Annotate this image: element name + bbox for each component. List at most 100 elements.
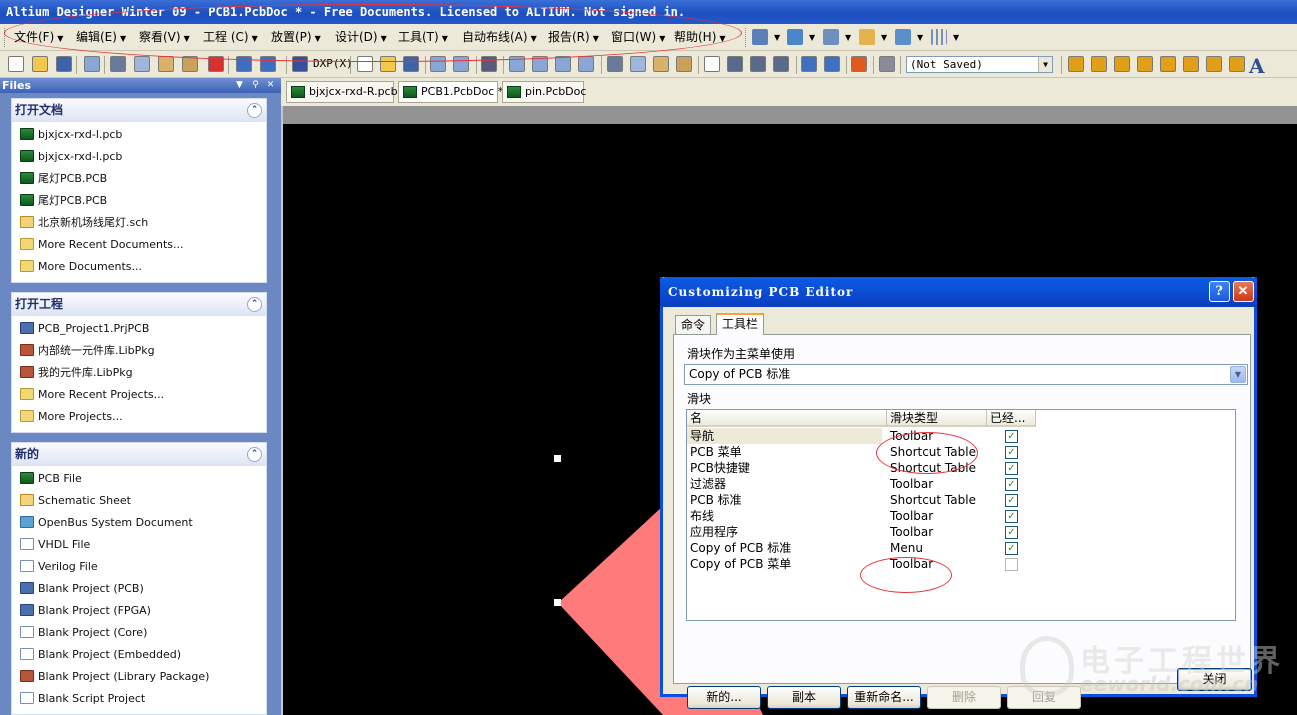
dxp-menu[interactable]: DXP(X)	[313, 57, 353, 70]
place-pad-icon[interactable]	[1137, 56, 1153, 72]
chevron-down-icon[interactable]: ▼	[809, 33, 815, 42]
paste-icon[interactable]	[158, 56, 174, 72]
zoom-selected-icon[interactable]	[555, 56, 571, 72]
file-list-item[interactable]: bjxjcx-rxd-l.pcb	[12, 124, 266, 146]
toolbar-list-row[interactable]: PCB 标准 Shortcut Table ✓	[687, 492, 1035, 508]
toolbar-list-row[interactable]: 布线 Toolbar ✓	[687, 508, 1035, 524]
file-list-item[interactable]: OpenBus System Document	[12, 512, 266, 534]
file-list-item[interactable]: 北京新机场线尾灯.sch	[12, 212, 266, 234]
print-preview-icon[interactable]	[84, 56, 100, 72]
dxp-icon[interactable]	[292, 56, 308, 72]
visible-checkbox[interactable]	[1005, 558, 1018, 571]
main-menu-select[interactable]: Copy of PCB 标准 ▼	[684, 364, 1248, 385]
section-header[interactable]: 打开工程 ⌃	[12, 293, 266, 316]
selection-handle[interactable]	[554, 455, 561, 462]
help-icon[interactable]: ?	[1209, 281, 1230, 302]
section-header[interactable]: 新的 ⌃	[12, 443, 266, 466]
document-tab[interactable]: bjxjcx-rxd-R.pcb	[286, 81, 398, 103]
visible-checkbox[interactable]: ✓	[1005, 430, 1018, 443]
column-header-visible[interactable]: 已经...	[987, 410, 1036, 427]
file-list-item[interactable]: More Projects...	[12, 406, 266, 428]
toolbar-list-row[interactable]: Copy of PCB 标准 Menu ✓	[687, 540, 1035, 556]
visible-checkbox[interactable]: ✓	[1005, 542, 1018, 555]
file-list-item[interactable]: 尾灯PCB.PCB	[12, 190, 266, 212]
file-list-item[interactable]: 内部统一元件库.LibPkg	[12, 340, 266, 362]
menu-item-10[interactable]: 帮助(H) ▼	[672, 28, 728, 47]
copy-icon[interactable]	[134, 56, 150, 72]
file-list-item[interactable]: bjxjcx-rxd-l.pcb	[12, 146, 266, 168]
file-list-item[interactable]: 尾灯PCB.PCB	[12, 168, 266, 190]
file-list-item[interactable]: VHDL File	[12, 534, 266, 556]
status-select[interactable]: (Not Saved) ▼	[906, 56, 1053, 73]
open-icon[interactable]	[380, 56, 396, 72]
redo-icon[interactable]	[260, 56, 276, 72]
chevron-down-icon[interactable]: ▼	[917, 33, 923, 42]
design-rule-icon[interactable]	[752, 29, 768, 45]
zoom-fit-icon[interactable]	[578, 56, 594, 72]
cut-icon[interactable]	[110, 56, 126, 72]
file-list-item[interactable]: 我的元件库.LibPkg	[12, 362, 266, 384]
browse-component-icon[interactable]	[879, 56, 895, 72]
tab-toolbars[interactable]: 工具栏	[716, 313, 765, 335]
save-icon[interactable]	[56, 56, 72, 72]
collapse-icon[interactable]: ⌃	[247, 297, 262, 312]
open-icon[interactable]	[32, 56, 48, 72]
toolbar-grip[interactable]	[4, 28, 7, 47]
paste-icon[interactable]	[653, 56, 669, 72]
fill-icon[interactable]	[1206, 56, 1222, 72]
zoom-icon[interactable]	[509, 56, 525, 72]
column-header-name[interactable]: 名	[687, 410, 887, 427]
visible-checkbox[interactable]: ✓	[1005, 510, 1018, 523]
file-list-item[interactable]: More Documents...	[12, 256, 266, 278]
room-icon[interactable]	[859, 29, 875, 45]
pin-icon[interactable]: ⚲	[249, 79, 262, 92]
file-list-item[interactable]: Schematic Sheet	[12, 490, 266, 512]
menu-item-7[interactable]: 自动布线(A) ▼	[460, 28, 539, 47]
chevron-down-icon[interactable]: ▼	[233, 79, 246, 92]
visible-checkbox[interactable]: ✓	[1005, 446, 1018, 459]
menu-item-3[interactable]: 工程 (C) ▼	[201, 28, 260, 47]
menu-item-5[interactable]: 设计(D) ▼	[333, 28, 389, 47]
rename-button[interactable]: 重新命名...	[847, 686, 921, 709]
file-list-item[interactable]: Verilog File	[12, 556, 266, 578]
selection-handle[interactable]	[554, 599, 561, 606]
file-list-item[interactable]: More Recent Documents...	[12, 234, 266, 256]
visible-checkbox[interactable]: ✓	[1005, 478, 1018, 491]
visible-checkbox[interactable]: ✓	[1005, 462, 1018, 475]
interactive-route-icon[interactable]	[1068, 56, 1084, 72]
file-list-item[interactable]: PCB_Project1.PrjPCB	[12, 318, 266, 340]
new-document-icon[interactable]	[8, 56, 24, 72]
undo-icon[interactable]	[801, 56, 817, 72]
new-button[interactable]: 新的...	[687, 686, 761, 709]
multiple-route-icon[interactable]	[1091, 56, 1107, 72]
delete-button[interactable]: 删除	[927, 686, 1001, 709]
zoom-area-icon[interactable]	[532, 56, 548, 72]
save-icon[interactable]	[403, 56, 419, 72]
file-list-item[interactable]: Blank Script Project	[12, 688, 266, 710]
menu-item-9[interactable]: 窗口(W) ▼	[609, 28, 667, 47]
file-list-item[interactable]: Blank Project (FPGA)	[12, 600, 266, 622]
arc-icon[interactable]	[1183, 56, 1199, 72]
print-preview-icon[interactable]	[453, 56, 469, 72]
cross-probe-icon[interactable]	[851, 56, 867, 72]
toolbar-list-row[interactable]: 导航 Toolbar ✓	[687, 428, 1035, 444]
section-header[interactable]: 打开文档 ⌃	[12, 99, 266, 122]
file-list-item[interactable]: Blank Project (PCB)	[12, 578, 266, 600]
tab-commands[interactable]: 命令	[675, 315, 712, 335]
column-header-type[interactable]: 滑块类型	[887, 410, 987, 427]
layer-stack-icon[interactable]	[481, 56, 497, 72]
undo-icon[interactable]	[236, 56, 252, 72]
file-list-item[interactable]: Blank Project (Core)	[12, 622, 266, 644]
redo-icon[interactable]	[824, 56, 840, 72]
new-document-icon[interactable]	[357, 56, 373, 72]
grid-icon[interactable]	[931, 29, 947, 45]
toolbar-list-row[interactable]: PCB 菜单 Shortcut Table ✓	[687, 444, 1035, 460]
chevron-down-icon[interactable]: ▼	[953, 33, 959, 42]
file-list-item[interactable]: Blank Project (Library Package)	[12, 666, 266, 688]
cut-icon[interactable]	[607, 56, 623, 72]
toolbar-list-row[interactable]: PCB快捷键 Shortcut Table ✓	[687, 460, 1035, 476]
find-similar-icon[interactable]	[823, 29, 839, 45]
toolbar-list-row[interactable]: 过滤器 Toolbar ✓	[687, 476, 1035, 492]
place-string-icon[interactable]: A	[1249, 54, 1265, 78]
chevron-down-icon[interactable]: ▼	[774, 33, 780, 42]
